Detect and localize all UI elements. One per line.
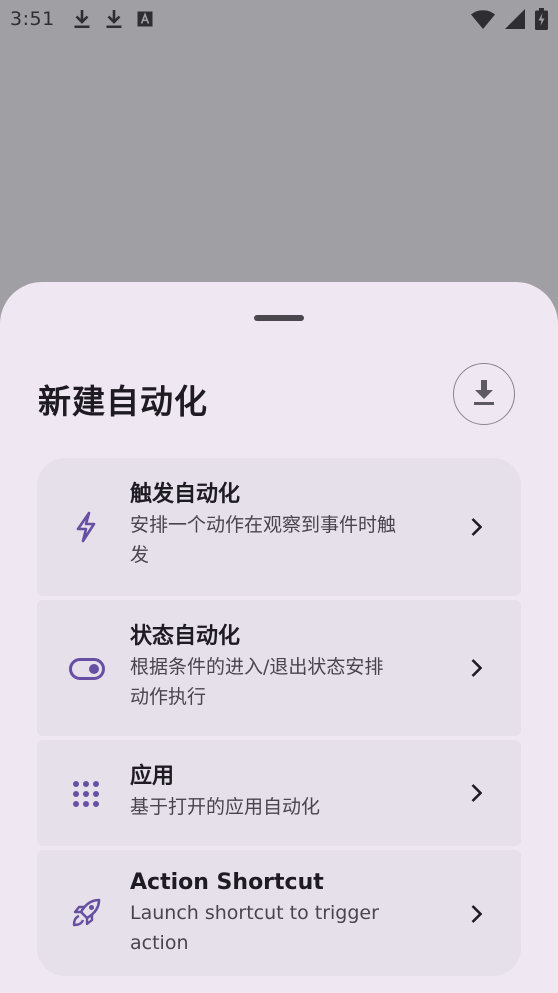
option-subtitle-line: 基于打开的应用自动化 [130,796,321,818]
rocket-icon [69,896,103,930]
option-text: Action Shortcut Launch shortcut to trigg… [130,868,453,958]
chevron-right-icon [467,781,485,805]
apps-grid-icon [69,777,103,811]
option-text: 应用 基于打开的应用自动化 [130,762,453,822]
download-icon [73,9,91,29]
battery-charging-icon [535,8,548,30]
screen: 3:51 新建自动化 触发自动化 安排一个动作在观察到事件时触 发 状态自动化 … [0,0,558,993]
signal-icon [505,9,525,29]
system-icons [471,8,548,30]
chevron-right-icon [467,902,485,926]
option-subtitle: 根据条件的进入/退出状态安排 动作执行 [130,652,453,712]
sheet-title: 新建自动化 [38,382,208,421]
chevron-right-icon [467,656,485,680]
option-title: 触发自动化 [130,482,241,507]
option-title: 应用 [130,764,175,789]
toggle-icon [69,652,105,686]
option-state-automation[interactable]: 状态自动化 根据条件的进入/退出状态安排 动作执行 [37,600,521,736]
drag-handle[interactable] [254,315,304,321]
wifi-icon [471,9,495,29]
option-trigger-automation[interactable]: 触发自动化 安排一个动作在观察到事件时触 发 [37,458,521,596]
status-bar: 3:51 [0,0,558,38]
option-title: 状态自动化 [130,624,241,649]
download-icon [105,9,123,29]
option-text: 状态自动化 根据条件的进入/退出状态安排 动作执行 [130,622,453,712]
new-automation-sheet: 新建自动化 触发自动化 安排一个动作在观察到事件时触 发 状态自动化 根据条件的… [0,282,558,993]
keyboard-a-icon [137,11,153,27]
import-download-button[interactable] [453,363,515,425]
option-text: 触发自动化 安排一个动作在观察到事件时触 发 [130,480,453,570]
option-subtitle: 安排一个动作在观察到事件时触 发 [130,510,453,570]
option-subtitle-line: 安排一个动作在观察到事件时触 [130,514,397,536]
automation-type-list: 触发自动化 安排一个动作在观察到事件时触 发 状态自动化 根据条件的进入/退出状… [37,458,521,976]
option-title: Action Shortcut [130,870,324,895]
download-icon [471,378,497,410]
option-subtitle-line: Launch shortcut to trigger [130,902,379,924]
chevron-right-icon [467,515,485,539]
option-action-shortcut[interactable]: Action Shortcut Launch shortcut to trigg… [37,850,521,976]
bolt-icon [69,510,103,544]
option-subtitle-line: action [130,932,189,954]
option-app-automation[interactable]: 应用 基于打开的应用自动化 [37,740,521,846]
option-subtitle: Launch shortcut to trigger action [130,898,453,958]
status-time: 3:51 [10,8,55,30]
option-subtitle-line: 发 [130,544,150,566]
notification-icons [73,9,153,29]
option-subtitle: 基于打开的应用自动化 [130,792,453,822]
option-subtitle-line: 根据条件的进入/退出状态安排 [130,656,384,678]
option-subtitle-line: 动作执行 [130,686,207,708]
